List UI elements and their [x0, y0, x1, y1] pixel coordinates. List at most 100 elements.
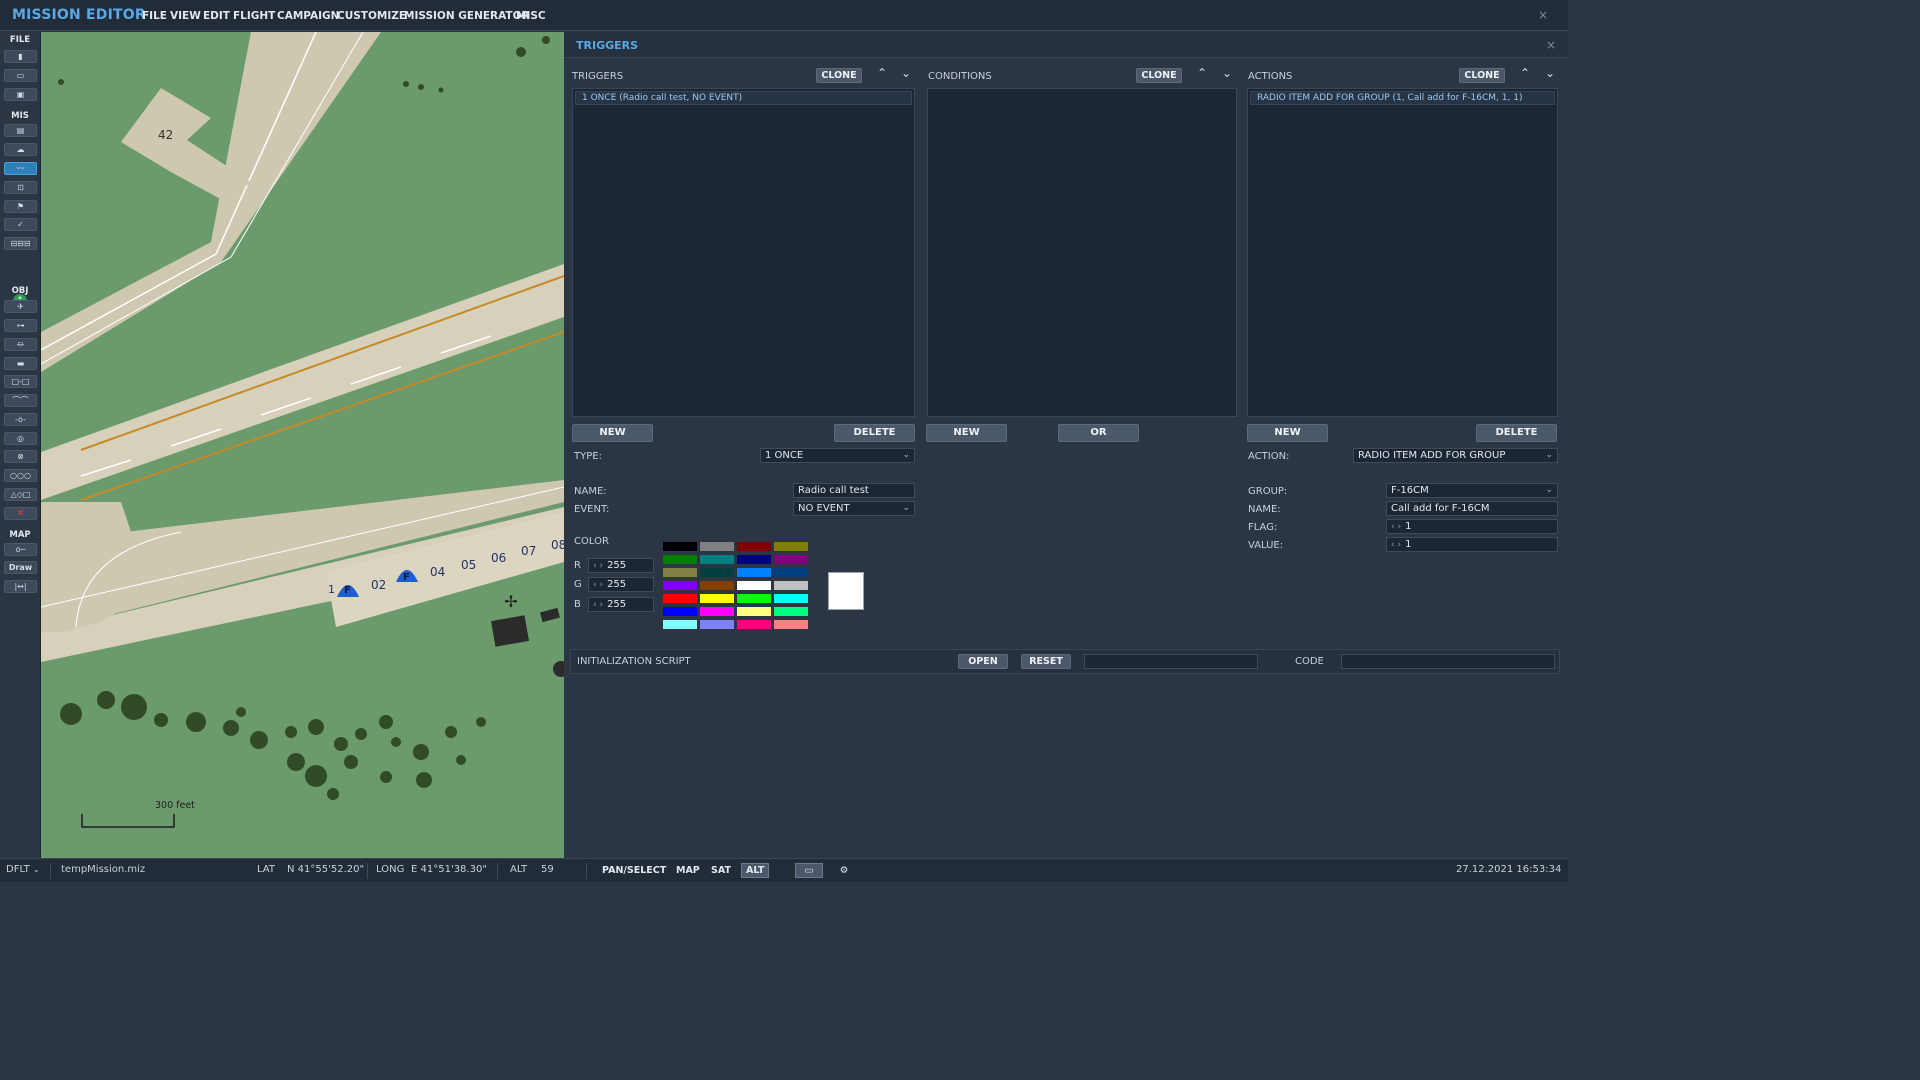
color-r-stepper[interactable]: ‹ › 255	[588, 558, 654, 573]
airplane-icon[interactable]: ✈	[4, 300, 37, 313]
actions-move-up-icon[interactable]: ⌃	[1518, 66, 1532, 80]
color-swatch[interactable]	[699, 580, 735, 591]
delete-icon[interactable]: ✕	[4, 507, 37, 520]
key-icon[interactable]: o─	[4, 543, 37, 556]
profile-select[interactable]: DFLT ⌄	[6, 864, 40, 875]
ruler-icon[interactable]: |↔|	[4, 580, 37, 593]
briefing-icon[interactable]: ▤	[4, 124, 37, 137]
trigger-list-item[interactable]: 1 ONCE (Radio call test, NO EVENT)	[575, 91, 912, 105]
conditions-move-up-icon[interactable]: ⌃	[1195, 66, 1209, 80]
node-chain-icon[interactable]: ⊟⊟⊟	[4, 237, 37, 250]
color-swatch[interactable]	[773, 567, 809, 578]
alt-mode-button[interactable]: ALT	[741, 863, 770, 878]
menu-file[interactable]: FILE	[142, 10, 167, 22]
map-view[interactable]: ✢ 42 1 02 04 05 06 07 08 F F 300 feet	[41, 32, 564, 858]
group-icon[interactable]: ○○○	[4, 469, 37, 482]
color-b-stepper[interactable]: ‹ › 255	[588, 597, 654, 612]
menu-campaign[interactable]: CAMPAIGN	[277, 10, 339, 22]
color-swatch[interactable]	[736, 606, 772, 617]
draw-button[interactable]: Draw	[4, 561, 37, 574]
actions-move-down-icon[interactable]: ⌄	[1543, 66, 1557, 80]
actions-clone-button[interactable]: CLONE	[1459, 68, 1505, 83]
value-stepper[interactable]: ‹ › 1	[1386, 537, 1558, 552]
color-swatch[interactable]	[699, 567, 735, 578]
script-open-button[interactable]: OPEN	[958, 654, 1008, 669]
color-swatch[interactable]	[773, 554, 809, 565]
color-swatch[interactable]	[773, 541, 809, 552]
color-swatch[interactable]	[662, 541, 698, 552]
color-swatch[interactable]	[699, 619, 735, 630]
event-select[interactable]: NO EVENT ⌄	[793, 501, 915, 516]
conditions-move-down-icon[interactable]: ⌄	[1220, 66, 1234, 80]
type-select[interactable]: 1 ONCE ⌄	[760, 448, 915, 463]
color-swatch[interactable]	[736, 593, 772, 604]
script-reset-button[interactable]: RESET	[1021, 654, 1071, 669]
color-swatch[interactable]	[699, 541, 735, 552]
triggers-new-button[interactable]: NEW	[572, 424, 653, 442]
menu-misc[interactable]: MISC	[516, 10, 546, 22]
new-file-icon[interactable]: ▮	[4, 50, 37, 63]
static-object-icon[interactable]: □-□	[4, 375, 37, 388]
flag-icon[interactable]: ⚑	[4, 200, 37, 213]
code-input[interactable]	[1341, 654, 1555, 669]
conditions-list[interactable]	[927, 88, 1237, 417]
color-swatch[interactable]	[736, 619, 772, 630]
bridge-icon[interactable]: ⌒⌒	[4, 394, 37, 407]
settings-icon[interactable]: ⚙	[834, 863, 854, 878]
conditions-new-button[interactable]: NEW	[926, 424, 1007, 442]
actions-new-button[interactable]: NEW	[1247, 424, 1328, 442]
color-swatch[interactable]	[699, 554, 735, 565]
color-swatch[interactable]	[662, 593, 698, 604]
group-select[interactable]: F-16CM ⌄	[1386, 483, 1558, 498]
triggers-icon[interactable]: 〰	[4, 162, 37, 175]
action-name-input[interactable]: Call add for F-16CM	[1386, 501, 1558, 516]
trigger-name-input[interactable]: Radio call test	[793, 483, 915, 498]
conditions-or-button[interactable]: OR	[1058, 424, 1139, 442]
triggers-list[interactable]: 1 ONCE (Radio call test, NO EVENT)	[572, 88, 915, 417]
stepper-arrows-icon[interactable]: ‹ ›	[1391, 540, 1401, 550]
menu-flight[interactable]: FLIGHT	[233, 10, 275, 22]
color-swatch[interactable]	[736, 541, 772, 552]
triggers-move-up-icon[interactable]: ⌃	[875, 66, 889, 80]
color-swatch[interactable]	[662, 606, 698, 617]
color-swatch[interactable]	[773, 580, 809, 591]
action-list-item[interactable]: RADIO ITEM ADD FOR GROUP (1, Call add fo…	[1250, 91, 1555, 105]
vehicle-icon[interactable]: ▬	[4, 357, 37, 370]
open-file-icon[interactable]: ▭	[4, 69, 37, 82]
color-swatch[interactable]	[662, 554, 698, 565]
map-mode-button[interactable]: MAP	[672, 863, 704, 878]
zone-icon[interactable]: ⊡	[4, 181, 37, 194]
stepper-arrows-icon[interactable]: ‹ ›	[1391, 522, 1401, 532]
conditions-clone-button[interactable]: CLONE	[1136, 68, 1182, 83]
color-swatch[interactable]	[736, 554, 772, 565]
color-swatch[interactable]	[773, 619, 809, 630]
triggers-clone-button[interactable]: CLONE	[816, 68, 862, 83]
color-g-stepper[interactable]: ‹ › 255	[588, 577, 654, 592]
stepper-arrows-icon[interactable]: ‹ ›	[593, 580, 603, 590]
weather-icon[interactable]: ☁	[4, 143, 37, 156]
color-swatch[interactable]	[773, 593, 809, 604]
window-close-icon[interactable]: ×	[1538, 8, 1548, 22]
menu-edit[interactable]: EDIT	[203, 10, 230, 22]
color-swatch[interactable]	[662, 619, 698, 630]
ship-icon[interactable]: ⏛	[4, 338, 37, 351]
triggers-move-down-icon[interactable]: ⌄	[899, 66, 913, 80]
menu-mission-generator[interactable]: MISSION GENERATOR	[404, 10, 530, 22]
menu-view[interactable]: VIEW	[170, 10, 201, 22]
color-swatch[interactable]	[662, 567, 698, 578]
pan-select-button[interactable]: PAN/SELECT	[598, 863, 670, 878]
script-path-input[interactable]	[1084, 654, 1258, 669]
sat-mode-button[interactable]: SAT	[707, 863, 735, 878]
triggers-delete-button[interactable]: DELETE	[834, 424, 915, 442]
map-layer-icon[interactable]: ▭	[795, 863, 823, 878]
check-icon[interactable]: ✓	[4, 218, 37, 231]
menu-customize[interactable]: CUSTOMIZE	[337, 10, 406, 22]
actions-list[interactable]: RADIO ITEM ADD FOR GROUP (1, Call add fo…	[1247, 88, 1558, 417]
actions-delete-button[interactable]: DELETE	[1476, 424, 1557, 442]
panel-close-icon[interactable]: ×	[1546, 38, 1556, 52]
helicopter-icon[interactable]: ⊶	[4, 319, 37, 332]
color-swatch[interactable]	[662, 580, 698, 591]
flag-stepper[interactable]: ‹ › 1	[1386, 519, 1558, 534]
color-swatch[interactable]	[699, 606, 735, 617]
color-swatch[interactable]	[736, 580, 772, 591]
